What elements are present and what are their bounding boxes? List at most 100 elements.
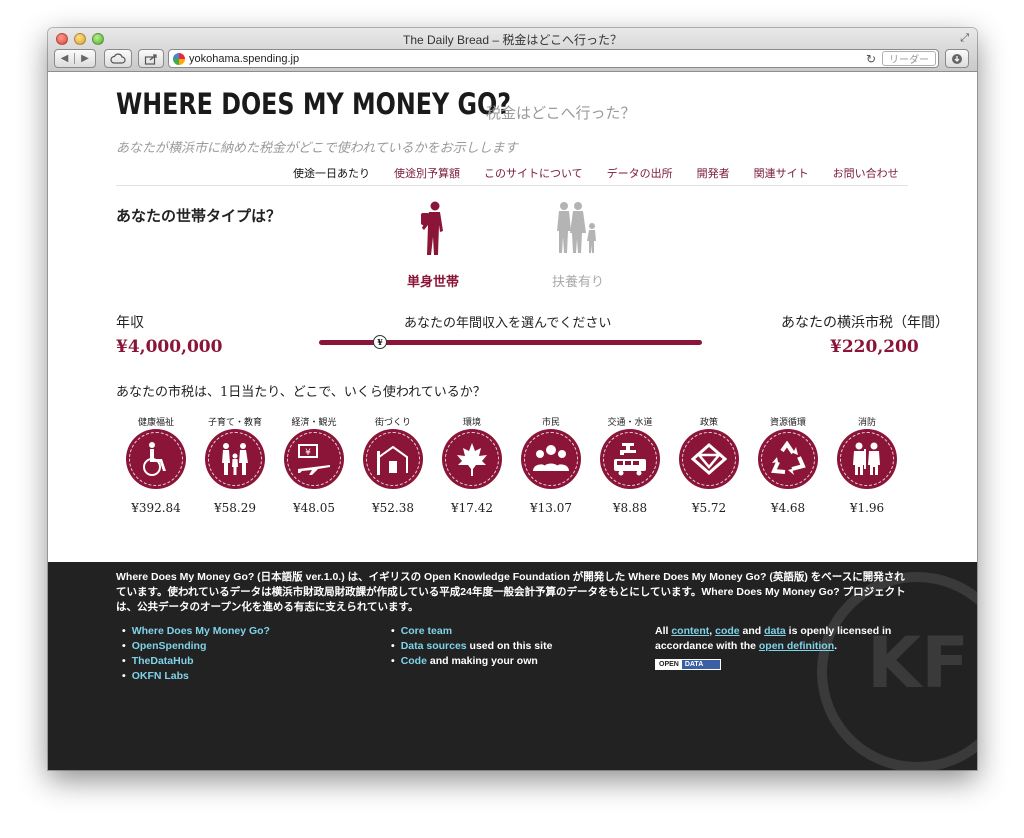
link-license-code[interactable]: code [715,625,740,637]
category-label: 資源循環 [769,418,806,428]
household-single-option[interactable]: 単身世帯 [398,201,468,290]
url-text[interactable]: yokohama.spending.jp [189,53,866,65]
household-family-label: 扶養有り [551,275,604,290]
category-fire-service[interactable]: 消防 ¥1.96 [827,415,907,515]
nav-budget-by-use[interactable]: 使途別予算額 [394,165,460,181]
house-icon [377,445,408,475]
category-badge: ¥ [284,429,344,489]
category-badge [679,429,739,489]
category-amount: ¥4.68 [770,501,806,515]
list-item: Data sources used on this site [391,639,553,654]
category-citizens[interactable]: 市民 ¥13.07 [511,415,591,515]
page-content: WHERE DOES MY MONEY GO? 税金はどこへ行った？ あなたが横… [48,73,977,770]
downloads-button[interactable] [945,49,969,68]
site-favicon-icon [173,52,185,65]
footer-links-about: Core team Data sources used on this site… [391,624,553,669]
leaf-icon [457,443,487,476]
income-slider-handle[interactable]: ¥ [373,335,387,349]
list-item: TheDataHub [122,654,270,669]
family-icon [222,443,248,475]
list-item: Code and making your own [391,654,552,669]
category-label: 子育て・教育 [207,418,262,428]
forward-icon[interactable]: ▶ [75,53,95,64]
browser-window: The Daily Bread – 税金はどこへ行った？ ⤢ ◀ ▶ yokoh… [48,28,977,770]
category-amount: ¥8.88 [612,501,648,515]
nav-data-source[interactable]: データの出所 [607,165,673,181]
badge-data: DATA [681,660,720,669]
cloud-icon [110,53,126,64]
recycle-icon [771,441,806,475]
category-recycling[interactable]: 資源循環 ¥4.68 [748,415,828,515]
category-badge [363,429,423,489]
link-thedatahub[interactable]: TheDataHub [132,655,194,667]
page-footer: KF Where Does My Money Go? (日本語版 ver.1.0… [48,562,977,770]
income-label: 年収 [116,315,144,331]
category-transport-water[interactable]: 交通・水道 ¥8.88 [590,415,670,515]
reader-button[interactable]: リーダー [882,51,936,66]
nav-contact[interactable]: お問い合わせ [833,165,899,181]
link-wdmmg[interactable]: Where Does My Money Go? [132,625,270,637]
category-amount: ¥5.72 [691,501,727,515]
list-item: Where Does My Money Go? [122,624,270,639]
reload-icon[interactable]: ↻ [866,52,876,66]
category-policy[interactable]: 政策 ¥5.72 [669,415,749,515]
window-title: The Daily Bread – 税金はどこへ行った？ [402,33,623,47]
category-amount: ¥392.84 [131,501,181,515]
link-code[interactable]: Code [401,655,427,667]
category-badge [126,429,186,489]
category-amount: ¥58.29 [214,501,256,515]
category-label: 経済・観光 [291,418,337,428]
link-core-team[interactable]: Core team [401,625,452,637]
back-icon[interactable]: ◀ [55,53,76,64]
category-town-planning[interactable]: 街づくり ¥52.38 [353,415,433,515]
category-badge [442,429,502,489]
fullscreen-icon[interactable]: ⤢ [960,31,969,45]
category-health-welfare[interactable]: 健康福祉 ¥392.84 [116,415,196,515]
address-bar[interactable]: yokohama.spending.jp ↻ リーダー [168,49,939,68]
tax-label: あなたの横浜市税（年間） [781,315,949,331]
category-label: 政策 [699,418,718,428]
category-label: 環境 [462,418,481,428]
browser-toolbar: ◀ ▶ yokohama.spending.jp ↻ リーダー [48,48,977,70]
page-subtitle: 税金はどこへ行った？ [486,104,636,122]
page-header: WHERE DOES MY MONEY GO? 税金はどこへ行った？ [116,87,636,122]
title-bar: The Daily Bread – 税金はどこへ行った？ ⤢ ◀ ▶ yokoh… [48,28,977,72]
link-open-definition[interactable]: open definition [759,640,834,652]
list-item: OKFN Labs [122,669,270,684]
category-economy-tourism[interactable]: 経済・観光 ¥ ¥48.05 [274,415,354,515]
income-slider[interactable]: ¥ [319,335,702,349]
open-data-badge[interactable]: OPEN DATA [655,659,721,670]
nav-about[interactable]: このサイトについて [484,165,583,181]
category-label: 交通・水道 [607,418,653,428]
page-tagline: あなたが横浜市に納めた税金がどこで使われているかをお示しします [116,141,518,156]
single-person-icon [421,201,443,255]
category-childcare-education[interactable]: 子育て・教育 ¥58.29 [195,415,275,515]
household-question: あなたの世帯タイプは？ [116,207,282,225]
license-notice: All content, code and data is openly lic… [655,625,892,670]
nav-divider [116,185,908,186]
link-data[interactable]: data [764,625,786,637]
plane-money-icon: ¥ [298,444,330,475]
link-data-sources[interactable]: Data sources [401,640,467,652]
category-amount: ¥17.42 [451,501,493,515]
footer-links-projects: Where Does My Money Go? OpenSpending The… [122,624,270,684]
link-openspending[interactable]: OpenSpending [132,640,207,652]
list-item-text: used on this site [466,640,553,652]
share-icon [144,53,157,65]
family-icon [557,202,596,253]
nav-related-sites[interactable]: 関連サイト [754,165,809,181]
wheelchair-icon [143,442,166,476]
icloud-tabs-button[interactable] [104,49,132,68]
category-label: 市民 [541,418,560,428]
nav-developers[interactable]: 開発者 [697,165,730,181]
category-environment[interactable]: 環境 ¥17.42 [432,415,512,515]
badge-open: OPEN [656,660,682,669]
income-value: ¥4,000,000 [116,337,223,357]
category-label: 消防 [857,418,876,428]
link-content[interactable]: content [671,625,709,637]
link-okfn-labs[interactable]: OKFN Labs [132,670,189,682]
category-label: 街づくり [374,418,411,428]
share-button[interactable] [138,49,164,68]
nav-daily-usage[interactable]: 使途一日あたり [293,165,370,181]
household-family-option[interactable]: 扶養有り [543,201,613,290]
